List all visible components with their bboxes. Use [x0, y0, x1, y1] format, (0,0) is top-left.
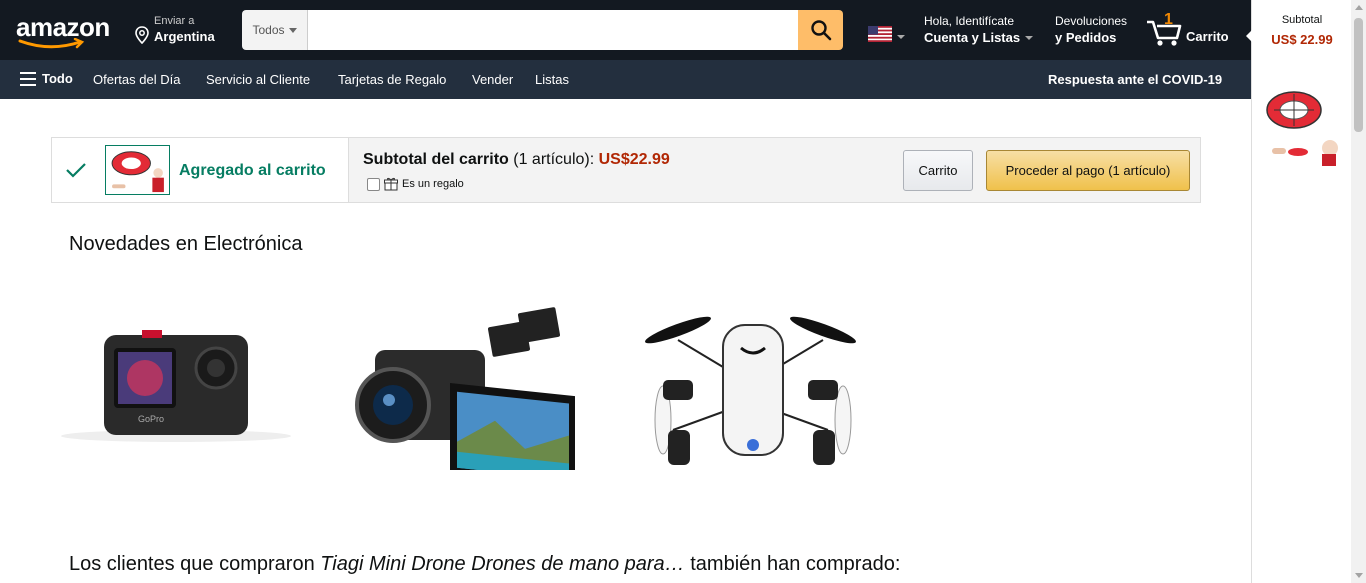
also-bought-product[interactable]: Tiagi Mini Drone Drones de mano para…	[320, 553, 684, 575]
gift-option[interactable]: Es un regalo	[367, 177, 464, 191]
all-label: Todo	[42, 71, 73, 86]
cart-link[interactable]: 1 Carrito	[1145, 11, 1245, 48]
us-flag-icon[interactable]	[868, 26, 892, 42]
product-action-camera[interactable]: GoPro	[60, 310, 292, 460]
also-bought-prefix: Los clientes que compraron	[69, 553, 321, 575]
chevron-down-icon	[288, 27, 297, 33]
chevron-down-icon	[1025, 35, 1034, 40]
scroll-down-icon[interactable]	[1355, 573, 1363, 578]
scroll-up-icon[interactable]	[1355, 5, 1363, 10]
checkout-button[interactable]: Proceder al pago (1 artículo)	[986, 150, 1190, 191]
added-product-image[interactable]	[105, 145, 170, 195]
orders-label: y Pedidos	[1055, 30, 1117, 45]
all-menu-button[interactable]: Todo	[20, 71, 73, 86]
rail-product-thumbnail[interactable]	[1264, 86, 1344, 166]
section-title: Novedades en Electrónica	[69, 233, 303, 255]
deliver-country: Argentina	[154, 29, 215, 44]
search-button[interactable]	[798, 10, 843, 50]
deliver-label: Enviar a	[154, 15, 195, 27]
page-scrollbar[interactable]	[1351, 0, 1366, 583]
product-drone[interactable]	[633, 300, 868, 475]
added-confirmation: Agregado al carrito	[52, 138, 349, 202]
hamburger-icon	[20, 71, 36, 86]
cart-rail: Subtotal US$ 22.99	[1246, 0, 1351, 583]
location-pin-icon	[135, 26, 149, 44]
added-to-cart-panel: Agregado al carrito Subtotal del carrito…	[51, 137, 1201, 203]
cart-item-count: (1 artículo):	[513, 151, 595, 168]
gift-icon	[384, 177, 398, 191]
account-label: Cuenta y Listas	[924, 30, 1021, 45]
smile-icon	[18, 38, 85, 49]
search-bar: Todos	[242, 10, 843, 50]
search-category-label: Todos	[252, 23, 285, 37]
cart-label: Carrito	[1186, 29, 1229, 44]
returns-label: Devoluciones	[1055, 14, 1128, 28]
subnav-item-deals[interactable]: Ofertas del Día	[93, 72, 180, 87]
cart-count: 1	[1164, 11, 1173, 28]
top-nav: amazon Enviar a Argentina Todos Hola, Id…	[0, 0, 1251, 60]
cart-subtotal-label: Subtotal del carrito	[363, 151, 509, 168]
amazon-logo[interactable]: amazon	[16, 12, 118, 50]
account-menu[interactable]: Hola, Identifícate Cuenta y Listas	[924, 14, 1034, 46]
subnav-item-lists[interactable]: Listas	[535, 72, 569, 87]
search-category-select[interactable]: Todos	[242, 10, 308, 50]
gift-checkbox[interactable]	[367, 177, 380, 191]
search-icon	[810, 20, 831, 41]
also-bought-heading: Los clientes que compraron Tiagi Mini Dr…	[69, 553, 900, 576]
scrollbar-thumb[interactable]	[1354, 18, 1363, 132]
rail-subtotal-value: US$ 22.99	[1271, 32, 1333, 47]
subnav-item-covid[interactable]: Respuesta ante el COVID-19	[1048, 72, 1222, 87]
account-greeting: Hola, Identifícate	[924, 14, 1015, 28]
also-bought-suffix: también han comprado:	[684, 553, 901, 575]
cart-subtotal-price: US$22.99	[598, 151, 670, 168]
sub-nav: Todo Ofertas del Día Servicio al Cliente…	[0, 60, 1251, 99]
subnav-item-customer-service[interactable]: Servicio al Cliente	[206, 72, 310, 87]
deliver-to[interactable]: Enviar a Argentina	[134, 14, 215, 48]
added-status-text: Agregado al carrito	[179, 162, 326, 179]
gift-label: Es un regalo	[402, 178, 464, 190]
language-chevron-icon[interactable]	[897, 35, 905, 39]
subnav-item-gift-cards[interactable]: Tarjetas de Regalo	[338, 72, 446, 87]
view-cart-button[interactable]: Carrito	[903, 150, 973, 191]
rail-subtotal-label: Subtotal	[1281, 14, 1323, 26]
search-input[interactable]	[308, 10, 798, 50]
checkmark-icon	[66, 163, 86, 178]
product-camcorder[interactable]	[345, 300, 580, 470]
account-lists: Cuenta y Listas	[924, 29, 1034, 46]
subnav-item-sell[interactable]: Vender	[472, 72, 513, 87]
cart-subtotal: Subtotal del carrito (1 artículo): US$22…	[363, 151, 670, 169]
svg-text:GoPro: GoPro	[138, 414, 164, 424]
returns-orders[interactable]: Devoluciones y Pedidos	[1055, 14, 1127, 46]
